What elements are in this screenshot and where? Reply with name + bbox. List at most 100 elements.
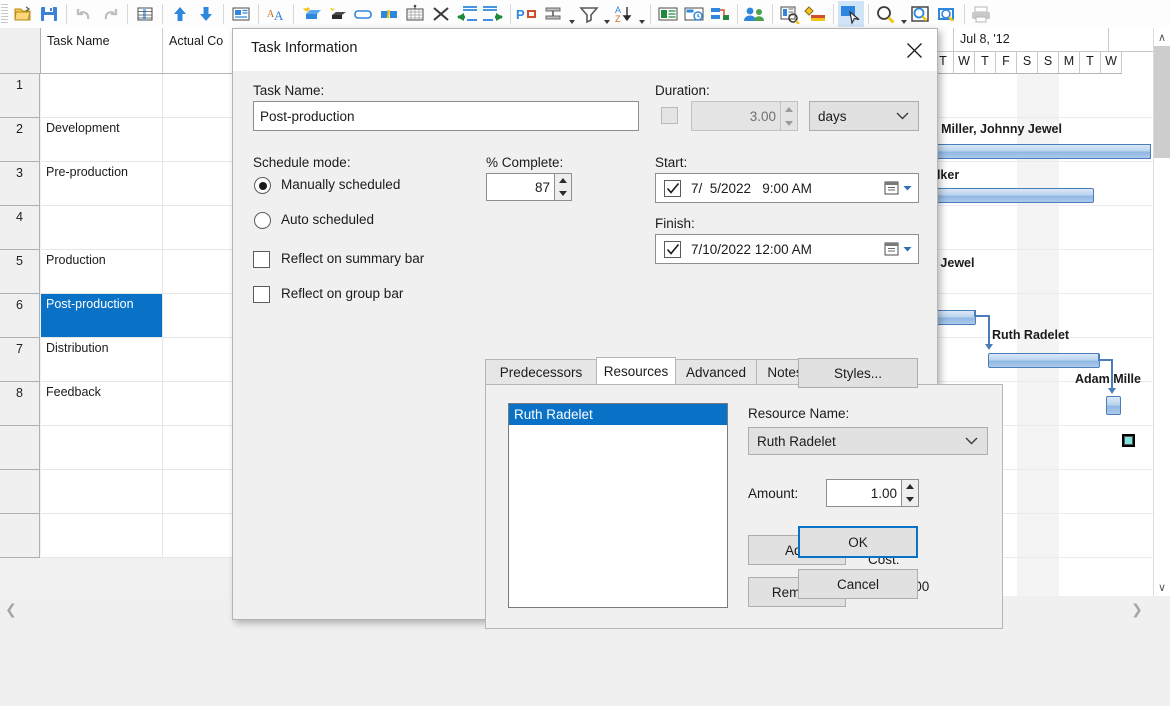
chevron-down-icon[interactable] bbox=[637, 0, 646, 31]
split-task-icon[interactable] bbox=[376, 1, 402, 27]
chevron-down-icon[interactable] bbox=[602, 0, 611, 31]
print-icon[interactable] bbox=[969, 1, 995, 27]
start-date-field[interactable]: 7/ 5/2022 9:00 AM bbox=[655, 173, 919, 203]
gantt-bar[interactable] bbox=[932, 144, 1151, 159]
styles-button[interactable]: Styles... bbox=[798, 358, 918, 388]
tab-advanced[interactable]: Advanced bbox=[675, 359, 757, 385]
clear-formatting-icon[interactable] bbox=[324, 1, 350, 27]
rounded-bar-icon[interactable] bbox=[350, 1, 376, 27]
vertical-scrollbar-thumb[interactable] bbox=[1154, 46, 1170, 158]
percent-complete-stepper[interactable] bbox=[555, 173, 572, 201]
column-header-id[interactable] bbox=[0, 28, 41, 74]
open-folder-icon[interactable] bbox=[10, 1, 36, 27]
auto-scheduled-radio[interactable] bbox=[254, 212, 271, 229]
resource-list-item[interactable]: Ruth Radelet bbox=[509, 404, 727, 425]
gantt-bar[interactable] bbox=[932, 188, 1094, 203]
highlight-icon[interactable] bbox=[298, 1, 324, 27]
task-name-cell[interactable] bbox=[41, 74, 163, 118]
filter-icon[interactable] bbox=[576, 1, 602, 27]
task-name-cell[interactable]: Development bbox=[41, 118, 163, 162]
duration-input[interactable]: 3.00 bbox=[691, 101, 781, 131]
duration-stepper[interactable] bbox=[781, 101, 798, 131]
amount-stepper[interactable] bbox=[902, 479, 919, 507]
actual-cost-cell[interactable] bbox=[163, 294, 240, 338]
task-name-cell[interactable]: Distribution bbox=[41, 338, 163, 382]
start-date-picker-button[interactable] bbox=[884, 180, 912, 196]
row-header[interactable]: 7 bbox=[0, 338, 40, 382]
task-name-cell[interactable] bbox=[41, 426, 163, 470]
stepper-up-icon[interactable] bbox=[902, 480, 918, 493]
zoom-icon[interactable] bbox=[873, 1, 899, 27]
row-header[interactable]: 6 bbox=[0, 294, 40, 338]
zoom-selection-icon[interactable] bbox=[908, 1, 934, 27]
reflect-on-summary-bar-checkbox[interactable] bbox=[253, 251, 270, 268]
column-header-actual-cost[interactable]: Actual Co bbox=[163, 28, 240, 74]
stepper-down-icon[interactable] bbox=[781, 116, 797, 130]
indent-up-icon[interactable] bbox=[167, 1, 193, 27]
ok-button[interactable]: OK bbox=[798, 526, 918, 558]
gantt-milestone[interactable] bbox=[1122, 434, 1135, 447]
sort-icon[interactable]: AZ bbox=[611, 1, 637, 27]
redo-icon[interactable] bbox=[97, 1, 123, 27]
actual-cost-cell[interactable] bbox=[163, 118, 240, 162]
task-name-cell[interactable]: Feedback bbox=[41, 382, 163, 426]
task-name-cell[interactable]: Production bbox=[41, 250, 163, 294]
row-header[interactable]: 2 bbox=[0, 118, 40, 162]
indent-down-icon[interactable] bbox=[193, 1, 219, 27]
duration-unit-select[interactable]: days bbox=[809, 101, 919, 131]
row-header[interactable]: 5 bbox=[0, 250, 40, 294]
save-icon[interactable] bbox=[36, 1, 62, 27]
gantt-bar[interactable] bbox=[932, 310, 976, 325]
table-icon[interactable] bbox=[132, 1, 158, 27]
gantt-bar[interactable] bbox=[1106, 396, 1121, 415]
row-header[interactable] bbox=[0, 426, 40, 470]
link-tasks-icon[interactable] bbox=[541, 1, 567, 27]
row-header[interactable]: 8 bbox=[0, 382, 40, 426]
gantt-bar[interactable] bbox=[988, 353, 1100, 368]
tab-predecessors[interactable]: Predecessors bbox=[485, 359, 597, 385]
cancel-button[interactable]: Cancel bbox=[798, 569, 918, 599]
start-date-checkbox[interactable] bbox=[664, 179, 681, 197]
column-header-task-name[interactable]: Task Name bbox=[41, 28, 163, 74]
actual-cost-cell[interactable] bbox=[163, 382, 240, 426]
task-name-cell[interactable]: Pre-production bbox=[41, 162, 163, 206]
row-header[interactable] bbox=[0, 514, 40, 558]
assigned-resources-list[interactable]: Ruth Radelet bbox=[508, 403, 728, 608]
zoom-entire-project-icon[interactable] bbox=[934, 1, 960, 27]
duration-estimated-checkbox[interactable] bbox=[661, 107, 678, 124]
report-icon[interactable] bbox=[777, 1, 803, 27]
actual-cost-cell[interactable] bbox=[163, 250, 240, 294]
task-name-cell[interactable] bbox=[41, 470, 163, 514]
tab-resources[interactable]: Resources bbox=[596, 357, 676, 385]
delete-x-icon[interactable] bbox=[428, 1, 454, 27]
chevron-down-icon[interactable] bbox=[567, 0, 576, 31]
select-pointer-icon[interactable] bbox=[838, 1, 864, 27]
stepper-up-icon[interactable] bbox=[781, 102, 797, 116]
row-header[interactable]: 3 bbox=[0, 162, 40, 206]
outdent-icon[interactable] bbox=[454, 1, 480, 27]
task-information-icon[interactable] bbox=[228, 1, 254, 27]
toolbar-grip[interactable] bbox=[1, 4, 8, 24]
reflect-on-summary-bar-label[interactable]: Reflect on summary bar bbox=[281, 251, 424, 266]
stepper-up-icon[interactable] bbox=[555, 174, 571, 187]
task-name-cell[interactable]: Post-production bbox=[41, 294, 163, 338]
amount-input[interactable]: 1.00 bbox=[826, 479, 902, 507]
resource-sheet-icon[interactable] bbox=[742, 1, 768, 27]
row-header[interactable]: 4 bbox=[0, 206, 40, 250]
reflect-on-group-bar-checkbox[interactable] bbox=[253, 286, 270, 303]
stepper-down-icon[interactable] bbox=[902, 493, 918, 506]
actual-cost-cell[interactable] bbox=[163, 426, 240, 470]
row-header[interactable]: 1 bbox=[0, 74, 40, 118]
task-name-cell[interactable] bbox=[41, 514, 163, 558]
network-diagram-icon[interactable] bbox=[707, 1, 733, 27]
scroll-up-arrow[interactable]: ∧ bbox=[1154, 28, 1170, 46]
project-summary-icon[interactable]: P bbox=[515, 1, 541, 27]
scroll-left-arrow[interactable]: ❮ bbox=[0, 596, 22, 622]
actual-cost-cell[interactable] bbox=[163, 514, 240, 558]
finish-date-picker-button[interactable] bbox=[884, 241, 912, 257]
undo-icon[interactable] bbox=[71, 1, 97, 27]
actual-cost-cell[interactable] bbox=[163, 162, 240, 206]
actual-cost-cell[interactable] bbox=[163, 206, 240, 250]
scroll-down-arrow[interactable]: ∨ bbox=[1154, 578, 1170, 596]
actual-cost-cell[interactable] bbox=[163, 470, 240, 514]
